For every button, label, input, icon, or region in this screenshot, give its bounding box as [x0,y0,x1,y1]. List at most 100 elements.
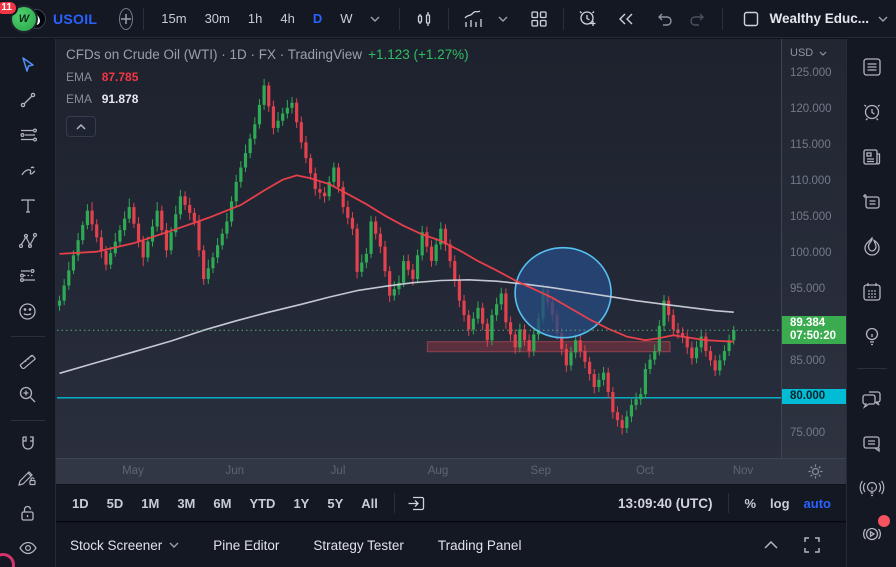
indicator-name: EMA [66,92,91,106]
chevron-down-icon [169,542,179,548]
interval-button-15m[interactable]: 15m [154,7,193,30]
interval-button-1h[interactable]: 1h [241,7,269,30]
range-button-1y[interactable]: 1Y [285,492,317,515]
range-button-1m[interactable]: 1M [133,492,167,515]
ideas-button[interactable] [856,321,888,353]
text-tool-button[interactable] [11,190,45,222]
chart-style-button[interactable] [410,5,438,33]
bar-replay-button[interactable] [612,5,640,33]
measure-tool-button[interactable] [11,343,45,375]
live-streams-button[interactable] [856,518,888,550]
indicator-row-ema-fast[interactable]: EMA 87.785 [66,70,469,84]
divider [11,420,45,421]
legend-collapse-button[interactable] [66,116,96,137]
time-tick-jun: Jun [226,465,245,477]
interval-menu-chevron-icon[interactable] [361,5,389,33]
bar-countdown: 07:50:20 [790,330,846,343]
range-button-1d[interactable]: 1D [64,492,97,515]
log-scale-button[interactable]: log [763,492,797,515]
layout-menu-chevron-icon[interactable] [878,16,888,22]
alert-create-button[interactable] [574,5,602,33]
range-button-5y[interactable]: 5Y [319,492,351,515]
indicators-button[interactable] [459,5,487,33]
price-tick: 115.000 [790,139,831,153]
clock-utc[interactable]: 13:09:40 (UTC) [618,496,713,511]
live-notification-dot [878,515,890,527]
separator [728,493,729,513]
price-axis[interactable]: USD 125.000120.000115.000110.000105.0001… [781,39,846,458]
indicators-menu-chevron-icon[interactable] [489,5,517,33]
range-button-6m[interactable]: 6M [205,492,239,515]
range-button-ytd[interactable]: YTD [241,492,283,515]
interval-button-30m[interactable]: 30m [198,7,237,30]
interval-button-w[interactable]: W [333,7,359,30]
statusbar-item-stock-screener[interactable]: Stock Screener [70,538,179,553]
undo-button[interactable] [650,5,678,33]
notification-badge: 11 [0,0,18,16]
fullscreen-icon[interactable] [804,537,820,553]
calendar-button[interactable] [856,276,888,308]
chart-settings-gear-icon[interactable] [807,463,824,480]
separator [143,8,144,30]
cursor-tool-button[interactable] [11,49,45,81]
indicator-row-ema-slow[interactable]: EMA 91.878 [66,92,469,106]
forecast-tool-button[interactable] [11,260,45,292]
go-to-date-button[interactable] [403,489,431,517]
streams-button[interactable] [856,473,888,505]
statusbar-item-pine-editor[interactable]: Pine Editor [213,538,279,553]
text-notes-button[interactable] [856,186,888,218]
panel-collapse-chevron-icon[interactable] [764,541,778,549]
alerts-button[interactable] [856,96,888,128]
divider [11,336,45,337]
interval-button-4h[interactable]: 4h [273,7,301,30]
level-price-value: 80.000 [790,390,846,403]
trend-line-tool-button[interactable] [11,84,45,116]
range-button-5d[interactable]: 5D [99,492,132,515]
drawing-toolbar [0,39,56,567]
price-tick: 95.000 [790,283,825,297]
tradingview-app: W 11 USOIL 15m30m1h4hDW [0,0,896,567]
public-chats-button[interactable] [856,383,888,415]
time-axis[interactable]: MayJunJulAugSepOctNov [56,458,846,484]
hide-drawings-button[interactable] [11,532,45,564]
range-button-all[interactable]: All [353,492,386,515]
chart-pane[interactable]: CFDs on Crude Oil (WTI) · 1D · FX · Trad… [56,39,846,484]
symbol-description[interactable]: CFDs on Crude Oil (WTI) · 1D · FX · Trad… [66,47,469,62]
right-sidebar [846,39,896,567]
emoji-tool-button[interactable] [11,295,45,327]
compare-add-button[interactable] [119,8,133,30]
layout-grid-button[interactable] [525,5,553,33]
last-price-value: 89.384 [790,317,846,330]
watchlist-button[interactable] [856,51,888,83]
save-layout-icon[interactable] [742,10,760,28]
layout-name[interactable]: Wealthy Educ... [769,11,869,26]
currency-selector[interactable]: USD [790,47,827,59]
last-price-label: 89.384 07:50:20 [782,316,846,344]
separator [394,493,395,513]
price-tick: 100.000 [790,247,832,261]
ema_slow-line [60,280,734,374]
horizontal-lines-tool-button[interactable] [11,119,45,151]
top-toolbar: W 11 USOIL 15m30m1h4hDW [0,0,896,38]
pattern-tool-button[interactable] [11,225,45,257]
auto-scale-button[interactable]: auto [797,492,838,515]
lock-drawings-button[interactable] [11,497,45,529]
redo-button[interactable] [684,5,712,33]
statusbar-item-trading-panel[interactable]: Trading Panel [438,538,522,553]
time-tick-sep: Sep [531,465,551,477]
time-tick-oct: Oct [636,465,654,477]
zoom-in-tool-button[interactable] [11,378,45,410]
hotlists-button[interactable] [856,231,888,263]
stay-in-drawing-mode-button[interactable] [11,462,45,494]
range-button-3m[interactable]: 3M [169,492,203,515]
interval-button-d[interactable]: D [306,7,329,30]
magnet-mode-button[interactable] [11,426,45,458]
divider [857,368,887,369]
brush-tool-button[interactable] [11,154,45,186]
chart-main: CFDs on Crude Oil (WTI) · 1D · FX · Trad… [56,39,846,567]
statusbar-item-strategy-tester[interactable]: Strategy Tester [313,538,404,553]
symbol-name: USOIL [53,11,97,27]
private-chat-button[interactable] [856,428,888,460]
percent-scale-button[interactable]: % [737,492,763,515]
news-button[interactable] [856,141,888,173]
